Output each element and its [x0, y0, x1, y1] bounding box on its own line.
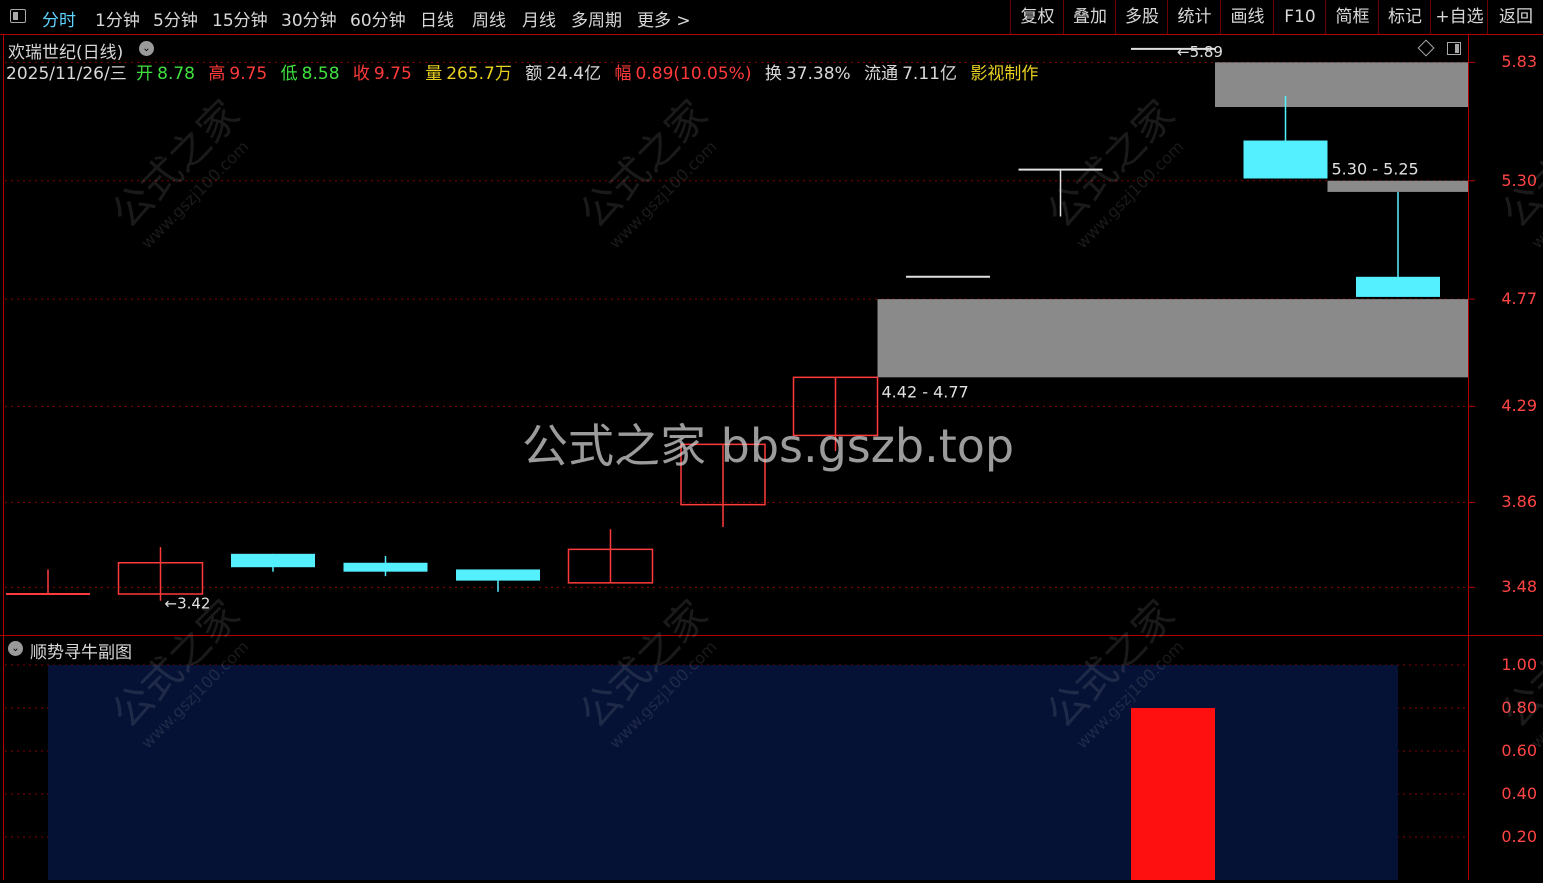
zone-box-0: [877, 299, 1468, 378]
center-watermark: 公式之家 bbs.gszb.top: [522, 419, 1015, 473]
candle-body-11: [1243, 140, 1328, 179]
price-annotation-1: ←5.89: [1177, 43, 1223, 61]
zone-box-2: [1215, 62, 1468, 108]
candle-body-2: [231, 553, 315, 568]
zone-label-0: 4.42 - 4.77: [882, 382, 969, 401]
sub-axis-label-4: 0.20: [1501, 827, 1537, 846]
candle-body-12: [1356, 276, 1440, 297]
price-axis-label-4: 3.86: [1501, 492, 1537, 512]
zone-box-1: [1327, 180, 1468, 192]
price-axis-label-2: 4.77: [1501, 289, 1537, 309]
candle-body-3: [343, 562, 428, 572]
candle-body-4: [456, 569, 540, 581]
price-axis-label-5: 3.48: [1501, 577, 1537, 597]
price-axis-label-0: 5.83: [1501, 52, 1537, 72]
signal-bar-10: [1131, 708, 1215, 880]
sub-axis-label-2: 0.60: [1501, 741, 1537, 760]
sub-axis-label-3: 0.40: [1501, 784, 1537, 803]
zone-label-1: 5.30 - 5.25: [1332, 160, 1419, 179]
price-axis-label-3: 4.29: [1501, 396, 1537, 416]
